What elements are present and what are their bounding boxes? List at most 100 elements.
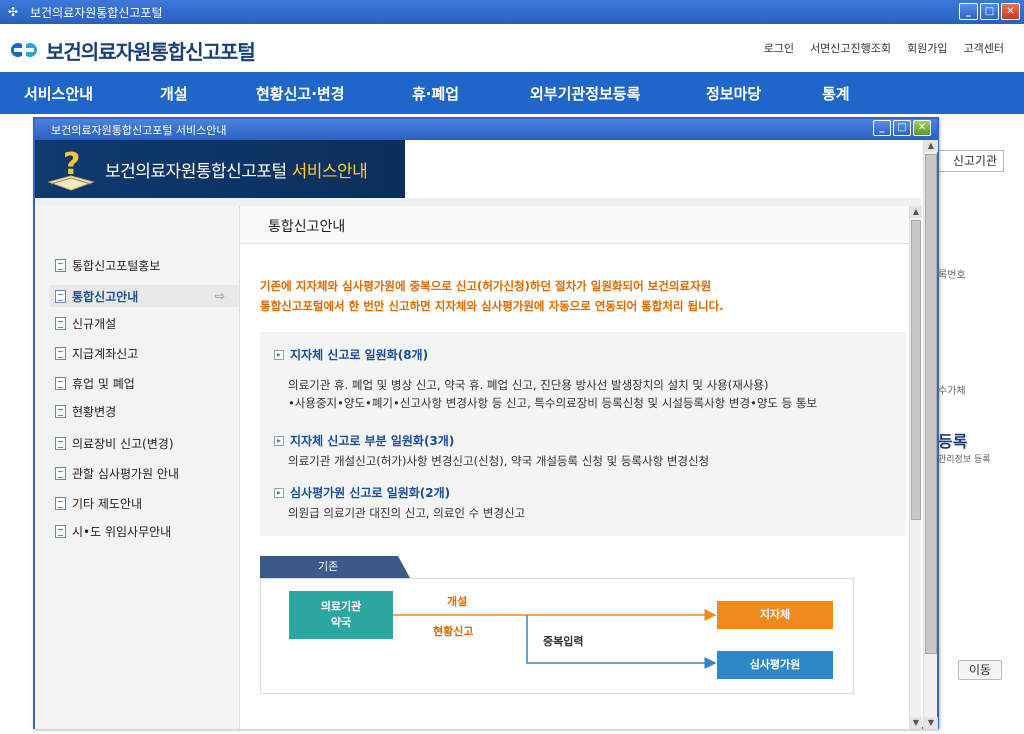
section-desc-partial: 의료기관 개설신고(허가)사항 변경신고(신청), 약국 개설등록 신청 및 등…: [288, 452, 898, 470]
signup-link[interactable]: 회원가입: [907, 40, 947, 56]
logo-icon: [11, 40, 37, 60]
arrow-right-icon: ⇨: [214, 289, 225, 303]
menu-label: 통합신고안내: [72, 289, 139, 304]
document-icon: [55, 289, 66, 303]
nav-service-guide[interactable]: 서비스안내: [24, 83, 93, 104]
nav-closure[interactable]: 휴·폐업: [412, 83, 459, 104]
nav-external-registration[interactable]: 외부기관정보등록: [530, 83, 640, 104]
document-icon: [55, 405, 66, 418]
bg-move-button[interactable]: 이동: [958, 660, 1002, 680]
scroll-thumb[interactable]: [911, 220, 921, 520]
popup-title: 보건의료자원통합신고포털 서비스안내: [51, 123, 227, 137]
popup-maximize-button[interactable]: □: [893, 120, 911, 136]
flow-label-duplicate: 중복입력: [543, 635, 584, 648]
section-desc-line: 의료기관 휴. 폐업 및 병상 신고, 약국 휴. 폐업 신고, 진단용 방사선…: [288, 378, 769, 392]
customer-center-link[interactable]: 고객센터: [964, 40, 1004, 56]
maximize-button[interactable]: □: [980, 3, 999, 20]
scroll-up-arrow-icon[interactable]: ▲: [910, 206, 922, 218]
service-guide-popup: 보건의료자원통합신고포털 서비스안내 _ □ ✕ ? 보건의료자원통합신고포털 …: [33, 117, 939, 729]
nav-info[interactable]: 정보마당: [706, 83, 761, 104]
utility-links: 로그인 서면신고진행조회 회원가입 고객센터: [764, 40, 1004, 56]
content-title: 통합신고안내: [268, 219, 346, 235]
main-nav: 서비스안내 개설 현황신고·변경 휴·폐업 외부기관정보등록 정보마당 통계: [0, 72, 1024, 114]
menu-label: 시•도 위임사무안내: [72, 525, 172, 539]
document-icon: [55, 259, 66, 272]
nav-open[interactable]: 개설: [160, 83, 188, 104]
svg-text:?: ?: [63, 147, 80, 182]
menu-hira-jurisdiction[interactable]: 관할 심사평가원 안내: [55, 465, 239, 482]
menu-other-systems[interactable]: 기타 제도안내: [55, 495, 239, 512]
content-scrollbar[interactable]: ▲ ▼: [909, 206, 922, 729]
scroll-down-arrow-icon[interactable]: ▼: [910, 717, 922, 729]
menu-new-opening[interactable]: 신규개설: [55, 315, 239, 332]
minimize-button[interactable]: _: [959, 3, 978, 20]
popup-window-controls: _ □ ✕: [873, 120, 931, 136]
menu-portal-promo[interactable]: 통합신고포털홍보: [55, 257, 239, 274]
question-book-icon: ?: [47, 147, 95, 191]
logo-text: 보건의료자원통합신고포털: [46, 39, 256, 64]
guide-content: 통합신고안내 기존에 지자체와 심사평가원에 중복으로 신고(허가신청)하던 절…: [239, 206, 910, 729]
paper-report-status-link[interactable]: 서면신고진행조회: [810, 40, 891, 56]
section-desc-line: 의료기관 개설신고(허가)사항 변경신고(신청), 약국 개설등록 신청 및 등…: [288, 454, 710, 468]
popup-title-bar: 보건의료자원통합신고포털 서비스안내 _ □ ✕: [35, 119, 937, 140]
flow-label-status: 현황신고: [433, 625, 474, 638]
bg-text-a: 록번호: [938, 270, 966, 281]
menu-status-change[interactable]: 현황변경: [55, 403, 239, 420]
previous-process-diagram: 기존 의료기관 약국 개설 현황신고 중복입력 지자체 심사평가원: [260, 556, 860, 696]
menu-label: 의료장비 신고(변경): [72, 437, 174, 451]
menu-label: 현황변경: [72, 405, 117, 419]
window-controls: _ □ ✕: [959, 3, 1020, 20]
section-title-local: ▸ 지자체 신고로 일원화(8개): [274, 346, 428, 363]
intro-text: 기존에 지자체와 심사평가원에 중복으로 신고(허가신청)하던 절차가 일원화되…: [260, 276, 900, 316]
section-desc-line: •사용중지•양도•폐기•신고사항 변경사항 등 신고, 특수의료장비 등록신청 …: [288, 396, 818, 410]
section-desc-local: 의료기관 휴. 폐업 및 병상 신고, 약국 휴. 폐업 신고, 진단용 방사선…: [288, 376, 898, 412]
menu-label: 지급계좌신고: [72, 347, 139, 361]
section-title-partial: ▸ 지자체 신고로 부분 일원화(3개): [274, 432, 454, 449]
menu-label: 통합신고포털홍보: [72, 259, 161, 273]
login-link[interactable]: 로그인: [764, 40, 794, 56]
banner-highlight-text: 서비스안내: [291, 162, 368, 182]
flow-node-line: 의료기관: [320, 600, 362, 613]
document-icon: [55, 467, 66, 480]
document-icon: [55, 437, 66, 450]
document-icon: [55, 497, 66, 510]
flow-node-local-gov: 지자체: [717, 601, 833, 629]
popup-minimize-button[interactable]: _: [873, 120, 891, 136]
popup-banner: ? 보건의료자원통합신고포털 서비스안내: [35, 140, 405, 198]
site-logo[interactable]: 보건의료자원통합신고포털: [8, 34, 256, 66]
bg-text-b: 수가체: [938, 386, 966, 397]
nav-status-change[interactable]: 현황신고·변경: [256, 83, 345, 104]
banner-heading: 보건의료자원통합신고포털 서비스안내: [105, 157, 368, 182]
intro-line-1: 기존에 지자체와 심사평가원에 중복으로 신고(허가신청)하던 절차가 일원화되…: [260, 279, 712, 293]
banner-main-text: 보건의료자원통합신고포털: [105, 162, 292, 182]
nav-stats[interactable]: 통계: [822, 83, 850, 104]
popup-scrollbar[interactable]: ▲ ▼: [923, 140, 938, 729]
document-icon: [55, 377, 66, 390]
guide-side-menu: 통합신고포털홍보 통합신고안내 ⇨ 신규개설지급계좌신고휴업 및 폐업현황변경의료장…: [35, 206, 239, 729]
section-title-text: 지자체 신고로 일원화(8개): [290, 348, 429, 362]
popup-scroll-thumb[interactable]: [925, 154, 937, 654]
popup-scroll-up-arrow-icon[interactable]: ▲: [924, 140, 938, 152]
menu-equipment-report[interactable]: 의료장비 신고(변경): [55, 435, 239, 452]
section-desc-hira: 의원급 의료기관 대진의 신고, 의료인 수 변경신고: [288, 504, 898, 522]
content-header: 통합신고안내: [240, 206, 910, 244]
integration-info-box: ▸ 지자체 신고로 일원화(8개) 의료기관 휴. 폐업 및 병상 신고, 약국…: [260, 332, 906, 536]
flow-node-line: 약국: [330, 616, 352, 629]
bg-small-label: 관리정보 등록: [938, 455, 991, 465]
menu-city-delegation[interactable]: 시•도 위임사무안내: [55, 523, 239, 540]
section-title-hira: ▸ 심사평가원 신고로 일원화(2개): [274, 484, 450, 501]
banner-divider: [35, 198, 921, 206]
close-button[interactable]: ✕: [1001, 3, 1020, 20]
menu-closure[interactable]: 휴업 및 폐업: [55, 375, 239, 392]
intro-line-2: 통합신고포털에서 한 번만 신고하면 지자체와 심사평가원에 자동으로 연동되어…: [260, 299, 724, 313]
section-desc-line: 의원급 의료기관 대진의 신고, 의료인 수 변경신고: [288, 506, 526, 520]
bg-agency-tab[interactable]: 신고기관: [934, 150, 1004, 172]
app-icon: ✣: [8, 5, 19, 19]
browser-title: 보건의료자원통합신고포털: [30, 5, 163, 20]
popup-close-button[interactable]: ✕: [913, 120, 931, 136]
menu-integrated-report-guide[interactable]: 통합신고안내 ⇨: [49, 285, 239, 307]
popup-scroll-down-arrow-icon[interactable]: ▼: [924, 717, 938, 729]
browser-title-bar: ✣ 보건의료자원통합신고포털 _ □ ✕: [0, 0, 1024, 24]
section-title-text: 심사평가원 신고로 일원화(2개): [290, 486, 451, 500]
menu-payment-account[interactable]: 지급계좌신고: [55, 345, 239, 362]
